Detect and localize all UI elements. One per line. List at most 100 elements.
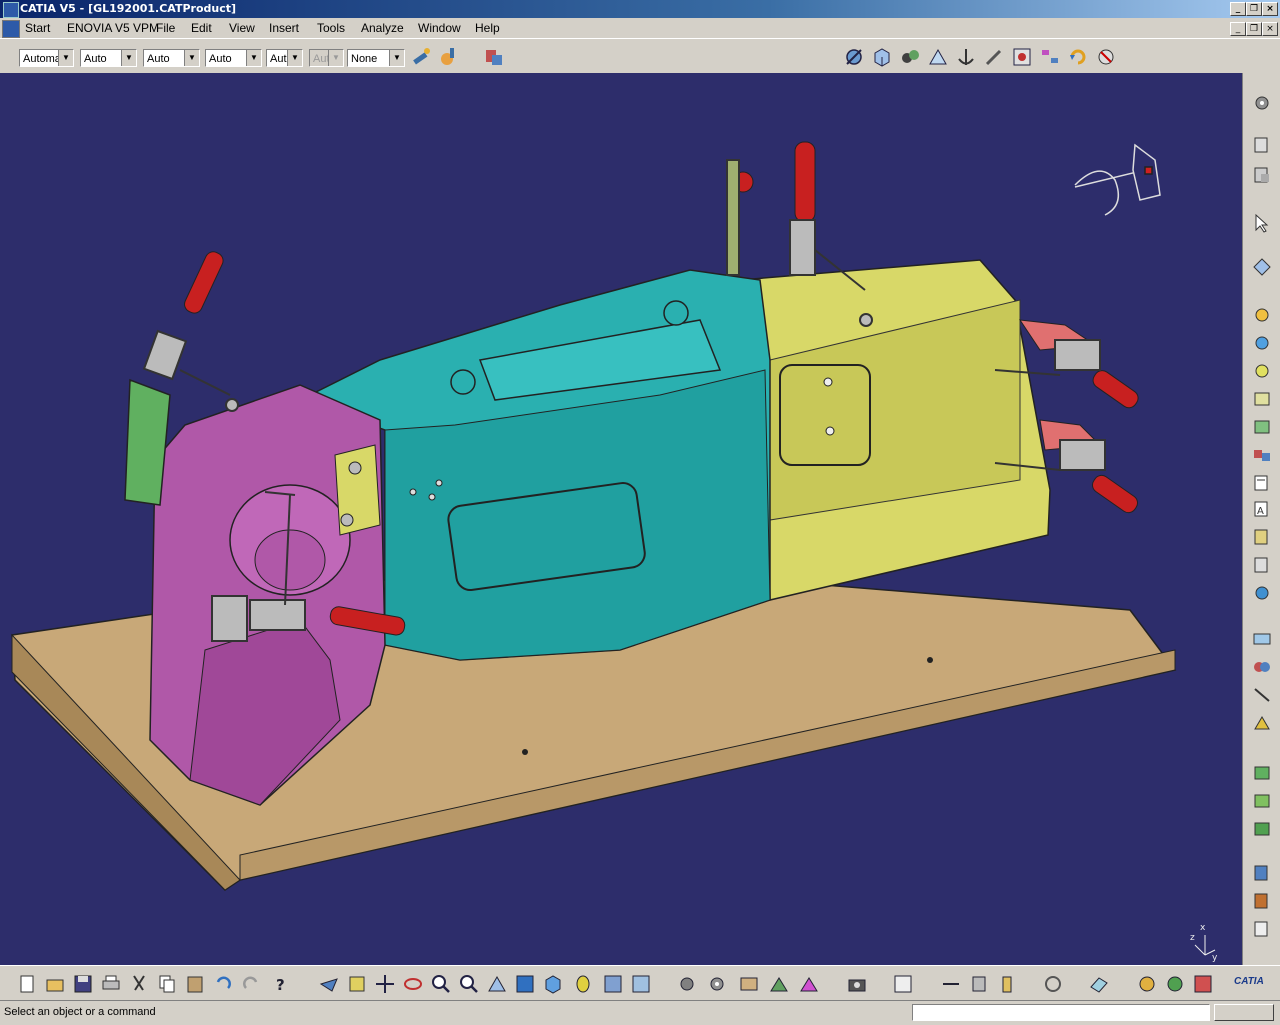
camera-icon[interactable] bbox=[846, 973, 868, 995]
copy-icon[interactable] bbox=[156, 973, 178, 995]
scene-icon[interactable] bbox=[1251, 763, 1273, 783]
offset-constraint-icon[interactable] bbox=[1251, 361, 1273, 381]
line-type-combo[interactable]: Auto ▼ bbox=[205, 49, 262, 67]
measure-between-icon[interactable] bbox=[940, 973, 962, 995]
menu-enovia[interactable]: ENOVIA V5 VPM bbox=[67, 21, 159, 35]
menu-analyze[interactable]: Analyze bbox=[361, 21, 404, 35]
pan-icon[interactable] bbox=[374, 973, 396, 995]
snap-icon[interactable] bbox=[927, 46, 949, 68]
power-input-button[interactable] bbox=[1214, 1004, 1274, 1021]
zoom-out-icon[interactable] bbox=[458, 973, 480, 995]
3d-viewport[interactable]: x z y bbox=[0, 73, 1242, 965]
menu-window[interactable]: Window bbox=[418, 21, 461, 35]
print-icon[interactable] bbox=[100, 973, 122, 995]
manipulate-icon[interactable] bbox=[899, 46, 921, 68]
color-combo[interactable]: Automa ▼ bbox=[19, 49, 74, 67]
doc-minimize-button[interactable]: _ bbox=[1230, 22, 1246, 36]
layer-combo[interactable]: None ▼ bbox=[347, 49, 405, 67]
line-thickness-combo[interactable]: Auto ▼ bbox=[143, 49, 200, 67]
normal-view-icon[interactable] bbox=[486, 973, 508, 995]
doc-restore-button[interactable]: ❐ bbox=[1246, 22, 1262, 36]
rotate-icon[interactable] bbox=[402, 973, 424, 995]
catalog-browser-icon[interactable] bbox=[1251, 819, 1273, 839]
scripting-icon[interactable] bbox=[483, 46, 505, 68]
new-document-icon[interactable] bbox=[16, 973, 38, 995]
generate-numbering-icon[interactable] bbox=[1251, 891, 1273, 911]
multi-view-icon[interactable] bbox=[514, 973, 536, 995]
manage-representations-icon[interactable] bbox=[1251, 919, 1273, 939]
coincidence-constraint-icon[interactable] bbox=[1251, 305, 1273, 325]
distance-band-icon[interactable] bbox=[1251, 713, 1273, 733]
hide-show-icon[interactable] bbox=[602, 973, 624, 995]
menu-tools[interactable]: Tools bbox=[317, 21, 345, 35]
swap-visible-space-icon[interactable] bbox=[630, 973, 652, 995]
measure-inertia-icon[interactable] bbox=[996, 973, 1018, 995]
select-icon[interactable] bbox=[1251, 213, 1273, 233]
publish-icon[interactable] bbox=[1136, 973, 1158, 995]
cube-icon[interactable] bbox=[871, 46, 893, 68]
iso-view-icon[interactable] bbox=[542, 973, 564, 995]
plane-icon[interactable] bbox=[1088, 973, 1110, 995]
menu-help[interactable]: Help bbox=[475, 21, 500, 35]
zoom-in-icon[interactable] bbox=[430, 973, 452, 995]
sectioning-icon[interactable] bbox=[1251, 685, 1273, 705]
fly-mode-icon[interactable] bbox=[318, 973, 340, 995]
close-button[interactable]: × bbox=[1262, 2, 1278, 16]
menu-edit[interactable]: Edit bbox=[191, 21, 212, 35]
explode-view-icon[interactable] bbox=[1251, 629, 1273, 649]
multi-instantiation-icon[interactable] bbox=[1251, 583, 1273, 603]
assembly-3d-model[interactable]: x z y bbox=[0, 73, 1242, 965]
refresh-icon[interactable] bbox=[1067, 46, 1089, 68]
change-constraint-icon[interactable] bbox=[1251, 555, 1273, 575]
contact-constraint-icon[interactable] bbox=[1251, 333, 1273, 353]
reuse-pattern-icon[interactable] bbox=[1251, 527, 1273, 547]
bill-of-material-icon[interactable] bbox=[1251, 863, 1273, 883]
open-folder-icon[interactable] bbox=[44, 973, 66, 995]
product-management-icon[interactable] bbox=[1251, 93, 1273, 113]
paste-icon[interactable] bbox=[184, 973, 206, 995]
pencil-icon[interactable] bbox=[983, 46, 1005, 68]
power-input-field[interactable] bbox=[912, 1004, 1210, 1021]
fit-all-in-icon[interactable] bbox=[346, 973, 368, 995]
anchor-icon[interactable] bbox=[955, 46, 977, 68]
quick-constraint-icon[interactable] bbox=[1251, 473, 1273, 493]
fit-all-icon[interactable] bbox=[1251, 257, 1273, 277]
transparency-combo[interactable]: Auto ▼ bbox=[80, 49, 137, 67]
design-table-icon[interactable] bbox=[738, 973, 760, 995]
analysis-icon[interactable] bbox=[798, 973, 820, 995]
web-icon[interactable] bbox=[1164, 973, 1186, 995]
menu-start[interactable]: Start bbox=[25, 21, 50, 35]
undo-icon[interactable] bbox=[212, 973, 234, 995]
compare-icon[interactable] bbox=[892, 973, 914, 995]
fix-together-icon[interactable] bbox=[1251, 445, 1273, 465]
new-product-icon[interactable] bbox=[1251, 165, 1273, 185]
stop-manipulate-icon[interactable] bbox=[1095, 46, 1117, 68]
fix-component-icon[interactable] bbox=[1251, 417, 1273, 437]
new-component-icon[interactable] bbox=[1251, 135, 1273, 155]
save-icon[interactable] bbox=[72, 973, 94, 995]
properties-painter-icon[interactable] bbox=[438, 46, 460, 68]
measure-item-icon[interactable] bbox=[968, 973, 990, 995]
painter-icon[interactable] bbox=[410, 46, 432, 68]
text-annotation-icon[interactable]: A bbox=[1251, 499, 1273, 519]
update-icon[interactable] bbox=[1011, 46, 1033, 68]
enhanced-scene-icon[interactable] bbox=[1251, 791, 1273, 811]
cut-icon[interactable] bbox=[128, 973, 150, 995]
assembly-constraint-icon[interactable] bbox=[843, 46, 865, 68]
gear-icon[interactable] bbox=[706, 973, 728, 995]
menu-view[interactable]: View bbox=[229, 21, 255, 35]
clash-icon[interactable] bbox=[1251, 657, 1273, 677]
catalog-icon[interactable] bbox=[676, 973, 698, 995]
redo-icon[interactable] bbox=[240, 973, 262, 995]
whats-this-icon[interactable]: ? bbox=[270, 973, 292, 995]
angle-constraint-icon[interactable] bbox=[1251, 389, 1273, 409]
menu-file[interactable]: File bbox=[156, 21, 175, 35]
document-icon[interactable] bbox=[2, 20, 20, 38]
menu-insert[interactable]: Insert bbox=[269, 21, 299, 35]
doc-close-button[interactable]: × bbox=[1262, 22, 1278, 36]
point-type-combo[interactable]: Aut ▼ bbox=[266, 49, 303, 67]
restore-button[interactable]: ❐ bbox=[1246, 2, 1262, 16]
explode-icon[interactable] bbox=[1039, 46, 1061, 68]
shading-icon[interactable] bbox=[572, 973, 594, 995]
minimize-button[interactable]: _ bbox=[1230, 2, 1246, 16]
